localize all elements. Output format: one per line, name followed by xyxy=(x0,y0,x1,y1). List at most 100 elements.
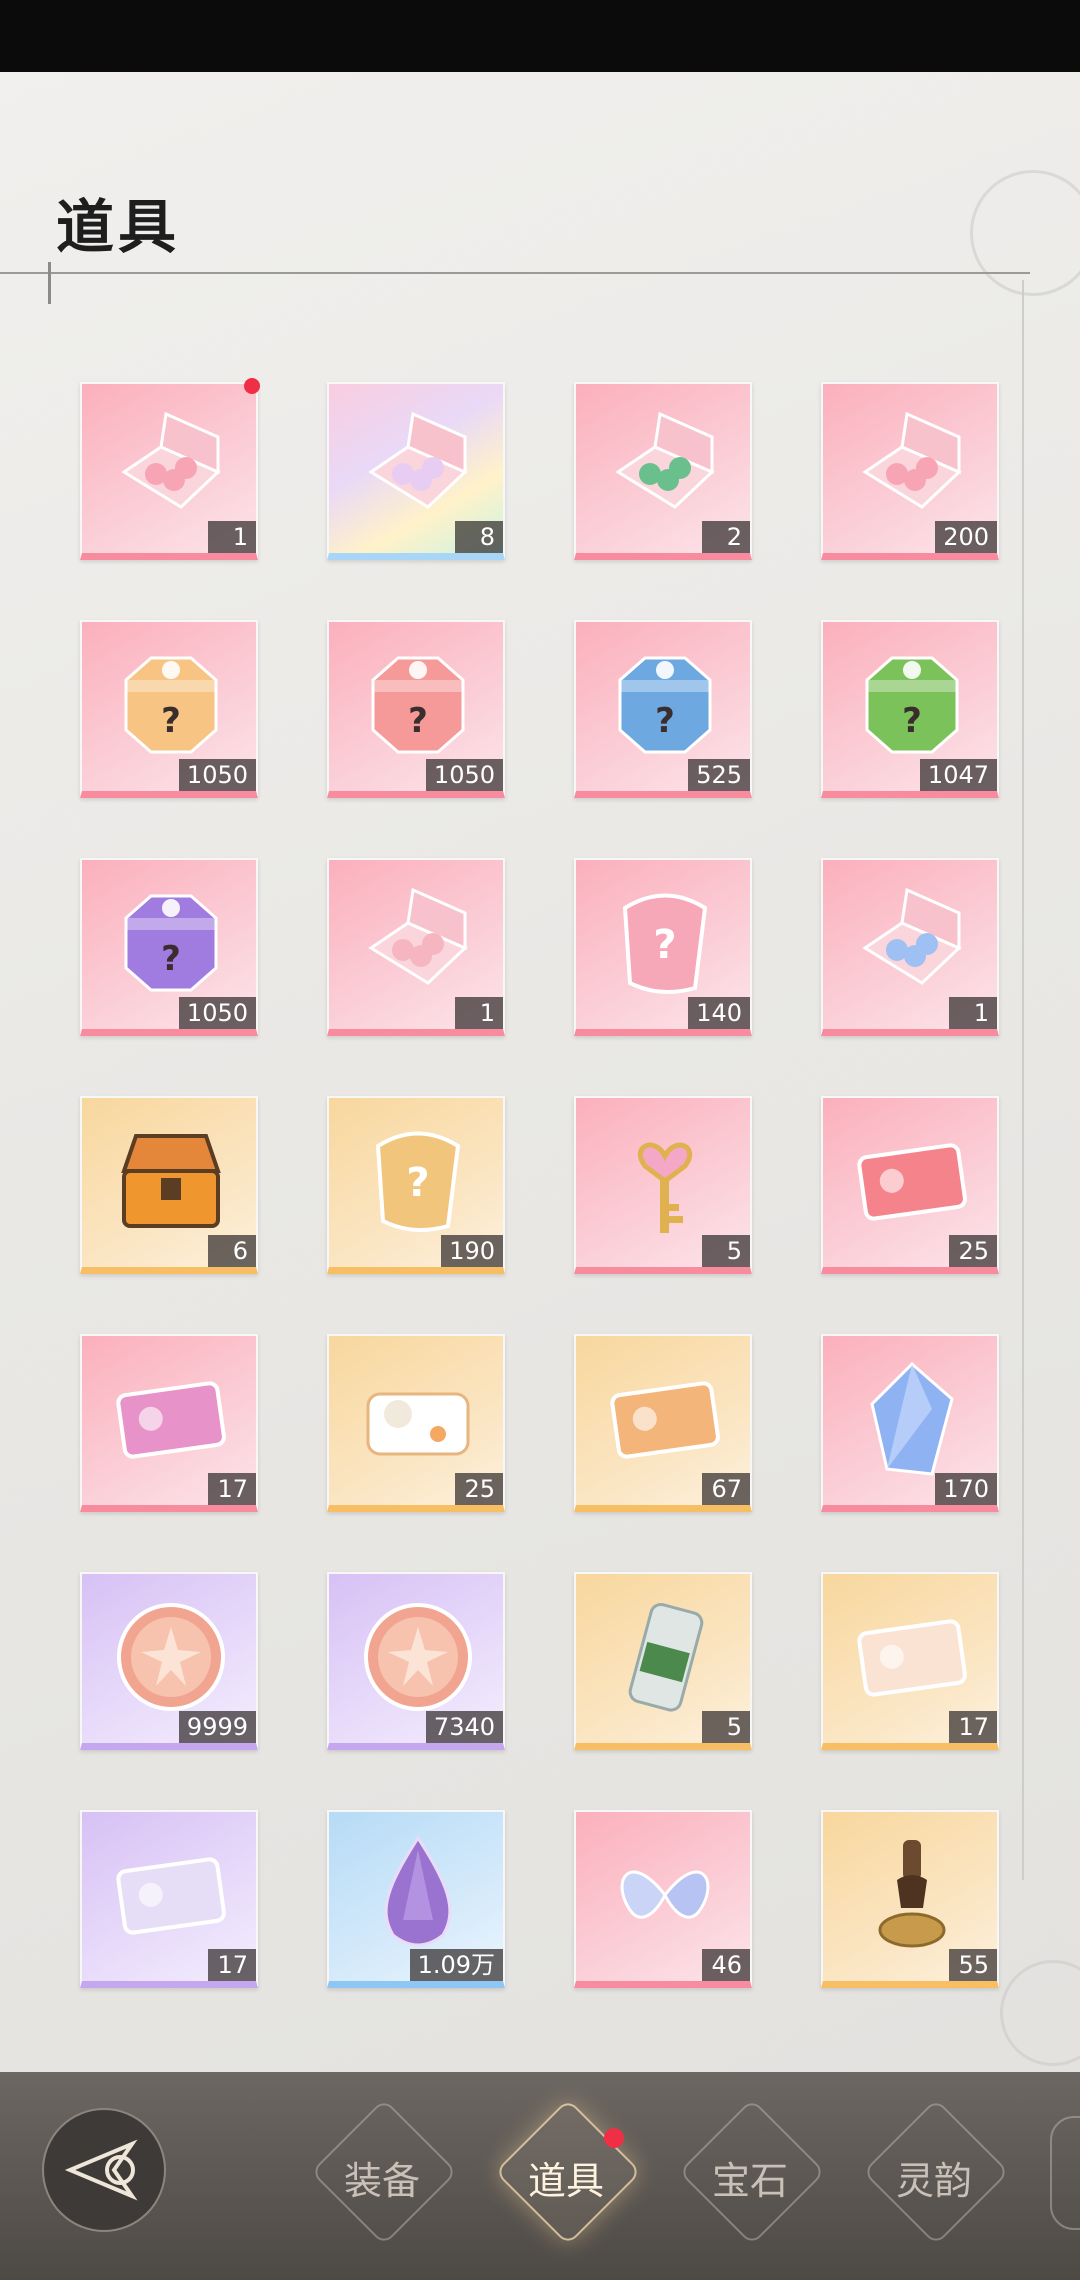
photo-card-icon xyxy=(106,1830,236,1960)
inventory-item[interactable]: 46 xyxy=(574,1810,752,1988)
letter-card-icon xyxy=(847,1592,977,1722)
item-quantity-badge: 170 xyxy=(935,1473,997,1505)
item-quantity-badge: 9999 xyxy=(178,1711,256,1743)
notification-dot xyxy=(604,2128,624,2148)
inventory-item[interactable]: 1.09万 xyxy=(327,1810,505,1988)
back-button[interactable] xyxy=(42,2108,166,2232)
fashion-ticket-icon xyxy=(847,1116,977,1246)
status-bar xyxy=(0,0,1080,72)
inventory-item[interactable]: 6 xyxy=(80,1096,258,1274)
item-quantity-badge: 1 xyxy=(455,997,503,1029)
inventory-item[interactable]: 170 xyxy=(821,1334,999,1512)
item-quantity-badge: 25 xyxy=(949,1235,997,1267)
svg-text:?: ? xyxy=(408,701,428,741)
item-quantity-badge: 525 xyxy=(688,759,750,791)
blue-crystal-icon xyxy=(847,1354,977,1484)
inventory-item[interactable]: 1 xyxy=(327,858,505,1036)
gem-gift-box-icon xyxy=(600,402,730,532)
back-arrow-icon xyxy=(64,2139,138,2201)
item-quantity-badge: 190 xyxy=(441,1235,503,1267)
inventory-item[interactable]: 17 xyxy=(821,1572,999,1750)
tab-label: 装备 xyxy=(343,2159,420,2203)
treasure-chest-icon xyxy=(106,1116,236,1246)
tab-next-partial[interactable] xyxy=(1050,2116,1080,2230)
item-quantity-badge: 200 xyxy=(935,521,997,553)
purple-teardrop-gem-icon xyxy=(353,1830,483,1960)
drink-can-icon xyxy=(600,1592,730,1722)
inventory-item[interactable]: 17 xyxy=(80,1810,258,1988)
inventory-item[interactable]: 1 xyxy=(80,378,260,560)
decorative-rule xyxy=(1022,280,1024,1880)
inventory-item[interactable]: ? 1050 xyxy=(80,620,258,798)
cat-card-icon xyxy=(353,1354,483,1484)
svg-text:?: ? xyxy=(902,701,922,741)
item-quantity-badge: 6 xyxy=(208,1235,256,1267)
wax-seal-stamp-icon xyxy=(847,1830,977,1960)
item-quantity-badge: 17 xyxy=(208,1473,256,1505)
inventory-item[interactable]: 25 xyxy=(821,1096,999,1274)
inventory-item[interactable]: ? 190 xyxy=(327,1096,505,1274)
inventory-item[interactable]: 55 xyxy=(821,1810,999,1988)
mystery-chest-purple-icon: ? xyxy=(106,878,236,1008)
title-divider xyxy=(0,272,1030,274)
item-quantity-badge: 1050 xyxy=(178,759,256,791)
inventory-item[interactable]: 200 xyxy=(821,382,999,560)
holo-gift-box-icon xyxy=(353,402,483,532)
portrait-card-gold-icon xyxy=(600,1354,730,1484)
tab-equipment[interactable]: 装备 xyxy=(310,2098,458,2246)
svg-text:?: ? xyxy=(653,922,676,968)
page-title: 道具 xyxy=(56,193,181,261)
item-quantity-badge: 1.09万 xyxy=(409,1949,503,1981)
item-quantity-badge: 1047 xyxy=(919,759,997,791)
mystery-chest-blue-icon: ? xyxy=(600,640,730,770)
inventory-item[interactable]: ? 1050 xyxy=(327,620,505,798)
item-quantity-badge: 55 xyxy=(949,1949,997,1981)
flower-coin-icon xyxy=(106,1592,236,1722)
inventory-grid: 1 8 2 200? 1050? 1050? 525? 1047? 1050 1? 140 1 6? 19… xyxy=(80,378,999,1988)
inventory-item[interactable]: ? 1050 xyxy=(80,858,258,1036)
inventory-item[interactable]: 9999 xyxy=(80,1572,258,1750)
tab-label: 道具 xyxy=(527,2159,604,2203)
inventory-item[interactable]: 67 xyxy=(574,1334,752,1512)
svg-text:?: ? xyxy=(161,701,181,741)
decorative-rose xyxy=(1000,1960,1080,2066)
heart-key-icon xyxy=(600,1116,730,1246)
inventory-item[interactable]: ? 525 xyxy=(574,620,752,798)
mystery-fragment-pink-icon: ? xyxy=(600,878,730,1008)
inventory-item[interactable]: ? 140 xyxy=(574,858,752,1036)
svg-text:?: ? xyxy=(406,1160,429,1206)
item-quantity-badge: 2 xyxy=(702,521,750,553)
inventory-item[interactable]: 7340 xyxy=(327,1572,505,1750)
item-quantity-badge: 5 xyxy=(702,1235,750,1267)
tab-spirit[interactable]: 灵韵 xyxy=(862,2098,1010,2246)
crystal-gift-box-icon xyxy=(847,878,977,1008)
tab-label: 灵韵 xyxy=(895,2159,972,2203)
item-quantity-badge: 8 xyxy=(455,521,503,553)
item-quantity-badge: 1050 xyxy=(178,997,256,1029)
svg-text:?: ? xyxy=(161,939,181,979)
item-quantity-badge: 67 xyxy=(702,1473,750,1505)
mystery-chest-red-icon: ? xyxy=(353,640,483,770)
inventory-item[interactable]: 1 xyxy=(821,858,999,1036)
item-quantity-badge: 1 xyxy=(949,997,997,1029)
item-quantity-badge: 17 xyxy=(208,1949,256,1981)
crystal-butterfly-icon xyxy=(600,1830,730,1960)
decorative-rose xyxy=(970,170,1080,296)
title-divider-tick xyxy=(48,262,51,304)
inventory-item[interactable]: 17 xyxy=(80,1334,258,1512)
item-quantity-badge: 25 xyxy=(455,1473,503,1505)
mystery-fragment-gold-icon: ? xyxy=(353,1116,483,1246)
item-quantity-badge: 46 xyxy=(702,1949,750,1981)
tab-gems[interactable]: 宝石 xyxy=(678,2098,826,2246)
inventory-item[interactable]: 2 xyxy=(574,382,752,560)
item-quantity-badge: 5 xyxy=(702,1711,750,1743)
item-quantity-badge: 1 xyxy=(208,521,256,553)
inventory-item[interactable]: 25 xyxy=(327,1334,505,1512)
inventory-item[interactable]: 5 xyxy=(574,1572,752,1750)
inventory-item[interactable]: 5 xyxy=(574,1096,752,1274)
mystery-chest-green-icon: ? xyxy=(847,640,977,770)
inventory-item[interactable]: ? 1047 xyxy=(821,620,999,798)
inventory-item[interactable]: 8 xyxy=(327,382,505,560)
tab-label: 宝石 xyxy=(711,2159,788,2203)
portrait-card-pink-icon xyxy=(106,1354,236,1484)
